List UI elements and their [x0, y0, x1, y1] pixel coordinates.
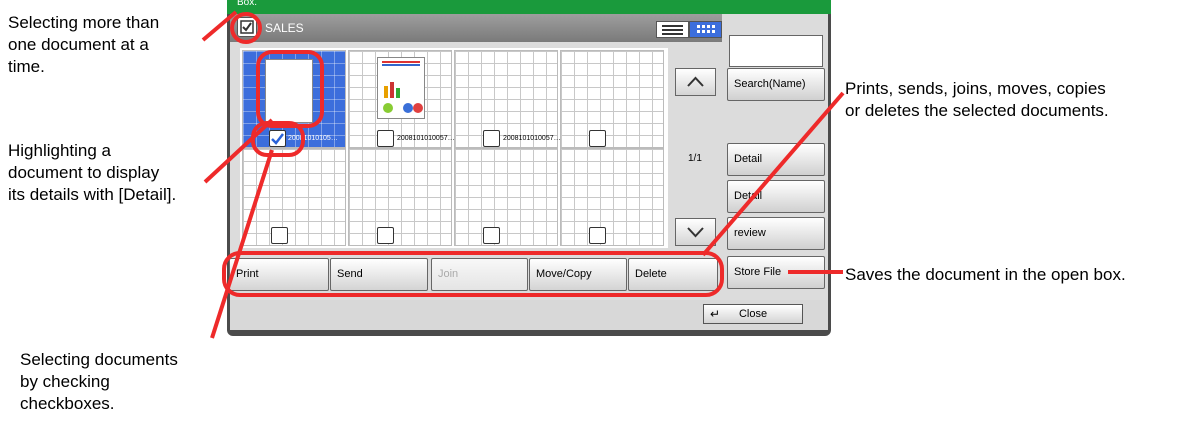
document-checkbox[interactable]: [589, 227, 606, 244]
document-checkbox[interactable]: [589, 130, 606, 147]
document-cell[interactable]: [242, 148, 346, 246]
print-button[interactable]: Print: [229, 258, 329, 291]
thumbnail-view-button[interactable]: [689, 21, 722, 38]
send-button[interactable]: Send: [330, 258, 428, 291]
store-file-button[interactable]: Store File: [727, 256, 825, 289]
grid-icon: [697, 25, 715, 33]
box-name: SALES: [265, 21, 304, 35]
list-view-button[interactable]: [656, 21, 689, 38]
list-icon: [662, 25, 683, 35]
document-checkbox[interactable]: [271, 227, 288, 244]
detail-button-2[interactable]: Detail: [727, 180, 825, 213]
scroll-down-button[interactable]: [675, 218, 716, 246]
document-thumbnail: [265, 59, 313, 123]
select-all-checkbox[interactable]: [237, 17, 257, 37]
box-header: [230, 14, 722, 42]
return-icon: ↵: [710, 307, 721, 321]
annotation-highlight: Highlighting a document to display its d…: [8, 141, 177, 204]
document-cell[interactable]: [348, 148, 452, 246]
chevron-down-icon: [687, 227, 704, 238]
document-checkbox[interactable]: [483, 130, 500, 147]
title-label: Box.: [237, 0, 258, 8]
annotation-select-all: Selecting more than one document at a ti…: [8, 13, 160, 76]
chevron-up-icon: [687, 76, 704, 87]
close-button[interactable]: ↵ Close: [703, 304, 803, 324]
search-name-field[interactable]: [729, 35, 823, 67]
title-bar: Box.: [227, 0, 831, 14]
document-name: 2008101010057…: [503, 135, 561, 142]
move-copy-button[interactable]: Move/Copy: [529, 258, 627, 291]
document-name: 2008101010057…: [397, 135, 455, 142]
document-cell[interactable]: 2008101010057…: [454, 50, 561, 148]
document-checkbox[interactable]: [377, 227, 394, 244]
annotation-checkboxes: Selecting documents by checking checkbox…: [20, 350, 178, 413]
document-cell[interactable]: [454, 148, 558, 246]
checkmark-icon: [271, 133, 284, 145]
scroll-up-button[interactable]: [675, 68, 716, 96]
preview-button[interactable]: review: [727, 217, 825, 250]
document-name: 20081010105…: [288, 135, 338, 142]
document-checkbox[interactable]: [483, 227, 500, 244]
join-button[interactable]: Join: [431, 258, 528, 291]
search-name-button[interactable]: Search(Name): [727, 68, 825, 101]
document-cell[interactable]: 20081010105…: [242, 50, 346, 148]
document-cell[interactable]: 2008101010057…: [348, 50, 455, 148]
annotation-store: Saves the document in the open box.: [845, 265, 1126, 284]
document-cell[interactable]: [560, 148, 664, 246]
document-checkbox[interactable]: [377, 130, 394, 147]
delete-button[interactable]: Delete: [628, 258, 718, 291]
document-checkbox[interactable]: [269, 130, 286, 147]
annotation-actions: Prints, sends, joins, moves, copies or d…: [845, 79, 1109, 120]
document-grid: 20081010105… 2008101010057… 200810101005…: [240, 48, 668, 248]
document-preview-image: [382, 61, 423, 113]
document-thumbnail: [377, 57, 425, 119]
close-label: Close: [738, 308, 768, 320]
detail-button[interactable]: Detail: [727, 143, 825, 176]
document-cell[interactable]: [560, 50, 664, 148]
checkmark-icon: [240, 20, 254, 34]
page-indicator: 1/1: [688, 153, 702, 164]
